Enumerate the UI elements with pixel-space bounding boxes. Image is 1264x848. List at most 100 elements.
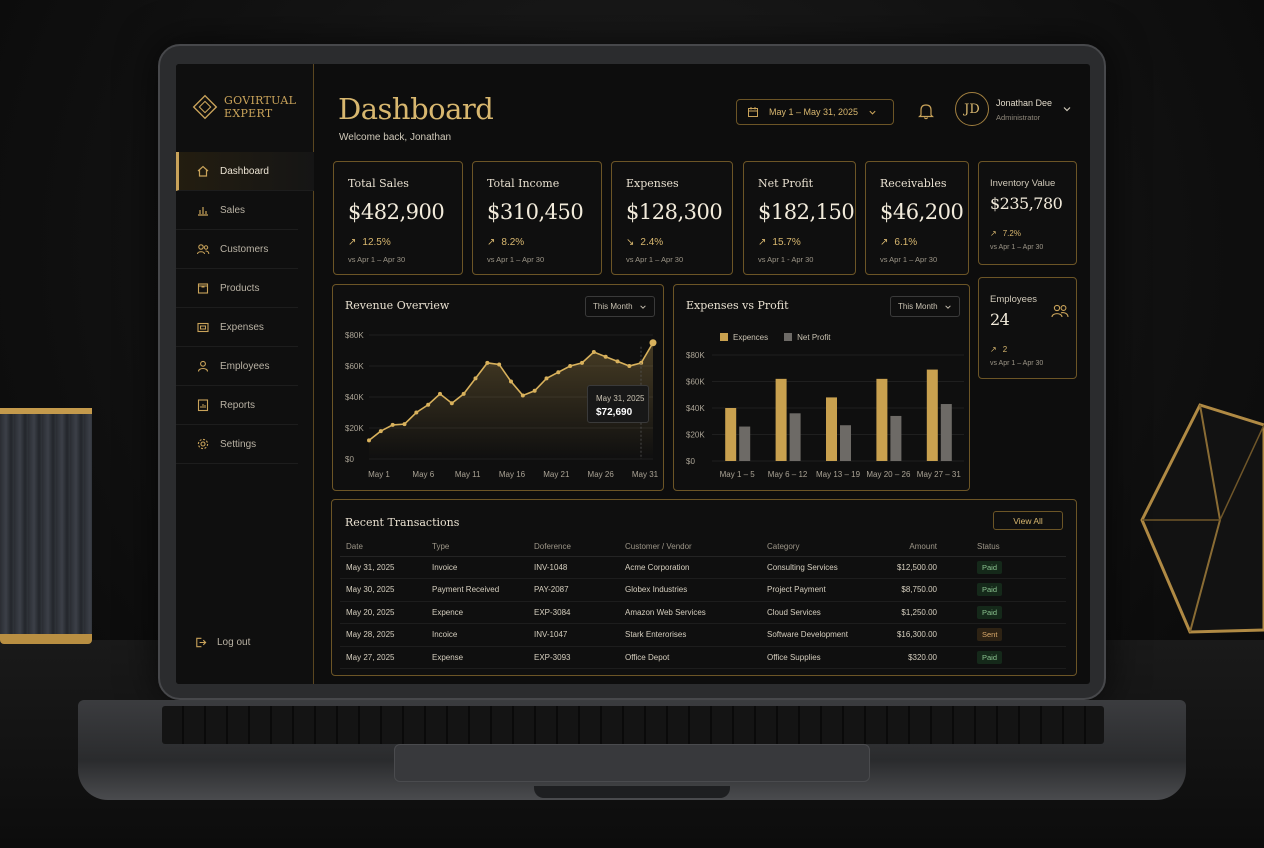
sidebar-item-sales[interactable]: Sales	[176, 191, 298, 230]
decorative-vase	[0, 408, 92, 644]
status-badge: Paid	[977, 560, 1003, 574]
home-icon	[196, 164, 210, 178]
cell-reference: INV-1047	[528, 623, 619, 647]
stat-card-employees[interactable]: Employees 24 ↗ 2 vs Apr 1 – Apr 30	[978, 277, 1077, 379]
cell-type: Payment Received	[426, 578, 528, 602]
welcome-message: Welcome back, Jonathan	[339, 132, 452, 143]
users-icon	[196, 242, 210, 256]
col-header-customer-vendor[interactable]: Customer / Vendor	[619, 538, 761, 557]
stat-value: $310,450	[487, 200, 584, 224]
view-all-button[interactable]: View All	[993, 511, 1063, 530]
stat-label: Inventory Value	[990, 178, 1056, 189]
status-badge: Paid	[977, 583, 1003, 597]
sidebar-item-employees[interactable]: Employees	[176, 347, 298, 386]
x-tick-label: May 1	[368, 470, 390, 479]
dashboard-screen: GOVIRTUAL EXPERT Dashboard Sales Custome…	[176, 64, 1090, 684]
table-row[interactable]: May 20, 2025 Expence EXP-3084 Amazon Web…	[340, 601, 1066, 624]
net-profit-bar	[840, 425, 851, 461]
table-row[interactable]: May 31, 2025 Invoice INV-1048 Acme Corpo…	[340, 556, 1066, 579]
stat-period: vs Apr 1 – Apr 30	[626, 255, 684, 264]
notification-bell-icon[interactable]	[918, 102, 934, 120]
status-badge: Paid	[977, 605, 1003, 619]
transactions-title: Recent Transactions	[345, 516, 460, 529]
user-icon	[196, 359, 210, 373]
revenue-point	[426, 402, 431, 407]
gear-icon	[196, 437, 210, 451]
cell-date: May 31, 2025	[340, 556, 426, 579]
stat-card-receivables[interactable]: Receivables $46,200 ↗ 6.1% vs Apr 1 – Apr…	[865, 161, 969, 275]
table-row[interactable]: May 30, 2025 Payment Received PAY-2087 G…	[340, 578, 1066, 602]
report-icon	[196, 398, 210, 412]
sidebar-item-reports[interactable]: Reports	[176, 386, 298, 425]
stat-change-value: 2.4%	[640, 237, 664, 248]
col-header-category[interactable]: Category	[761, 538, 869, 557]
sidebar-item-expenses[interactable]: Expenses	[176, 308, 298, 347]
team-icon	[1051, 304, 1069, 318]
table-row[interactable]: May 27, 2025 Expense EXP-3093 Office Dep…	[340, 646, 1066, 669]
stat-card-net-profit[interactable]: Net Profit $182,150 ↗ 15.7% vs Apr 1 - Ap…	[743, 161, 856, 275]
stat-label: Total Sales	[348, 177, 409, 190]
user-avatar[interactable]: JD	[955, 92, 989, 126]
stat-change: ↗ 8.2%	[487, 237, 524, 248]
sidebar-item-customers[interactable]: Customers	[176, 230, 298, 269]
transactions-table: Date Type Doference Customer / Vendor Ca…	[340, 538, 1066, 669]
brand-line1: GOVIRTUAL	[224, 94, 297, 107]
tooltip-value: $72,690	[596, 407, 633, 418]
sidebar-item-settings[interactable]: Settings	[176, 425, 298, 464]
laptop-trackpad	[394, 744, 870, 782]
y-tick-label: $0	[686, 457, 695, 466]
arrow-up-right-icon: ↗	[487, 237, 496, 248]
revenue-point	[367, 438, 371, 443]
revenue-point	[497, 362, 502, 367]
revenue-point	[449, 401, 454, 406]
cell-amount: $1,250.00	[869, 601, 971, 624]
user-menu-chevron-icon[interactable]	[1062, 104, 1072, 114]
cell-amount: $16,300.00	[869, 623, 971, 647]
x-tick-label: May 1 – 5	[720, 470, 756, 479]
stat-value: $482,900	[348, 200, 445, 224]
cell-amount: $8,750.00	[869, 578, 971, 602]
cell-category: Software Development	[761, 623, 869, 647]
wallet-icon	[196, 320, 210, 334]
col-header-type[interactable]: Type	[426, 538, 528, 557]
sidebar-item-products[interactable]: Products	[176, 269, 298, 308]
revenue-point	[520, 393, 525, 398]
sidebar-item-dashboard[interactable]: Dashboard	[176, 152, 314, 191]
revenue-point	[414, 410, 419, 415]
x-tick-label: May 11	[455, 470, 481, 479]
bar-chart-icon	[196, 203, 210, 217]
net-profit-bar	[890, 415, 902, 461]
arrow-up-right-icon: ↗	[880, 237, 889, 248]
sidebar: GOVIRTUAL EXPERT Dashboard Sales Custome…	[176, 64, 314, 684]
laptop-keyboard	[162, 706, 1104, 744]
page-title: Dashboard	[338, 92, 494, 126]
revenue-point	[649, 339, 657, 347]
col-header-amount[interactable]: Amount	[869, 538, 971, 557]
x-tick-label: May 31	[632, 470, 659, 479]
stat-change-value: 2	[1002, 345, 1008, 354]
sidebar-item-label: Customers	[220, 243, 269, 255]
stat-card-inventory-value[interactable]: Inventory Value $235,780 ↗ 7.2% vs Apr 1 …	[978, 161, 1077, 265]
user-name[interactable]: Jonathan Dee	[996, 98, 1052, 108]
col-header-date[interactable]: Date	[340, 538, 426, 557]
stat-card-total-income[interactable]: Total Income $310,450 ↗ 8.2% vs Apr 1 – A…	[472, 161, 602, 275]
decorative-geometric-sculpture	[1140, 403, 1264, 634]
cell-category: Consulting Services	[761, 556, 869, 579]
stat-card-expenses[interactable]: Expenses $128,300 ↘ 2.4% vs Apr 1 – Apr 3…	[611, 161, 733, 275]
date-range-picker[interactable]: May 1 – May 31, 2025	[736, 99, 894, 125]
laptop-notch	[534, 786, 730, 798]
sidebar-item-label: Dashboard	[220, 165, 269, 177]
logout-button[interactable]: Log out	[194, 636, 250, 649]
col-header-status[interactable]: Status	[971, 538, 1066, 557]
col-header-reference[interactable]: Doference	[528, 538, 619, 557]
table-header-row: Date Type Doference Customer / Vendor Ca…	[340, 538, 1066, 557]
revenue-point	[485, 360, 490, 365]
x-tick-label: May 13 – 19	[816, 470, 861, 479]
cell-category: Project Payment	[761, 578, 869, 602]
stat-change: ↗ 6.1%	[880, 237, 917, 248]
y-tick-label: $80K	[686, 351, 705, 360]
stat-card-total-sales[interactable]: Total Sales $482,900 ↗ 12.5% vs Apr 1 – A…	[333, 161, 463, 275]
revenue-point	[532, 388, 537, 393]
table-row[interactable]: May 28, 2025 Incoice INV-1047 Stark Ente…	[340, 623, 1066, 647]
brand-logo[interactable]: GOVIRTUAL EXPERT	[192, 94, 296, 120]
